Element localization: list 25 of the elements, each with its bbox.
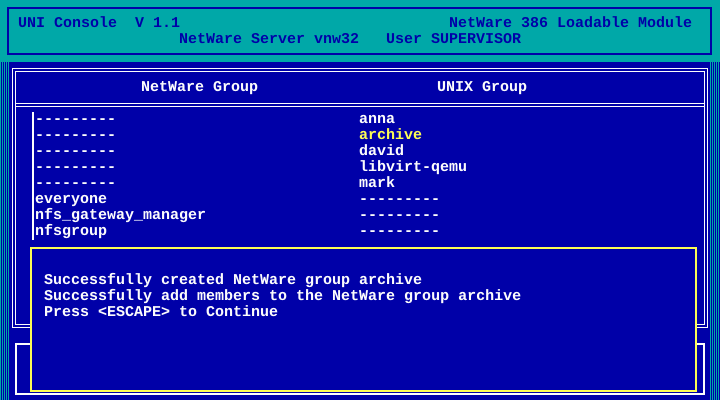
message-line: Press <ESCAPE> to Continue <box>44 304 278 321</box>
column-header: UNIX Group <box>437 80 528 96</box>
netware-group-cell[interactable]: --------- <box>35 176 359 192</box>
netware-group-cell[interactable]: --------- <box>35 112 359 128</box>
netware-group-cell[interactable]: nfs_gateway_manager <box>35 208 359 224</box>
user-label: User SUPERVISOR <box>386 32 522 48</box>
unix-group-cell[interactable]: libvirt-qemu <box>359 160 695 176</box>
netware-group-cell[interactable]: nfsgroup <box>35 224 359 240</box>
unix-group-cell[interactable]: --------- <box>359 192 695 208</box>
message-line: Successfully created NetWare group archive <box>44 272 422 289</box>
netware-group-cell[interactable]: --------- <box>35 160 359 176</box>
module-label: NetWare 386 Loadable Module <box>448 16 692 32</box>
server-label: NetWare Server vnw32 <box>179 32 360 48</box>
netware-group-cell[interactable]: --------- <box>35 144 359 160</box>
unix-group-cell[interactable]: david <box>359 144 695 160</box>
message-line: Successfully add members to the NetWare group archive <box>44 288 522 305</box>
column-header: NetWare Group <box>141 80 260 96</box>
app-title: UNI Console V 1.1 <box>18 16 180 32</box>
unix-group-cell[interactable]: --------- <box>359 224 695 240</box>
netware-group-cell[interactable]: --------- <box>35 128 359 144</box>
netware-group-cell[interactable]: everyone <box>35 192 359 208</box>
unix-group-cell[interactable]: mark <box>359 176 695 192</box>
unix-group-cell[interactable]: anna <box>359 112 695 128</box>
unix-group-cell[interactable]: --------- <box>359 208 695 224</box>
unix-group-cell[interactable]: archive <box>359 128 695 144</box>
